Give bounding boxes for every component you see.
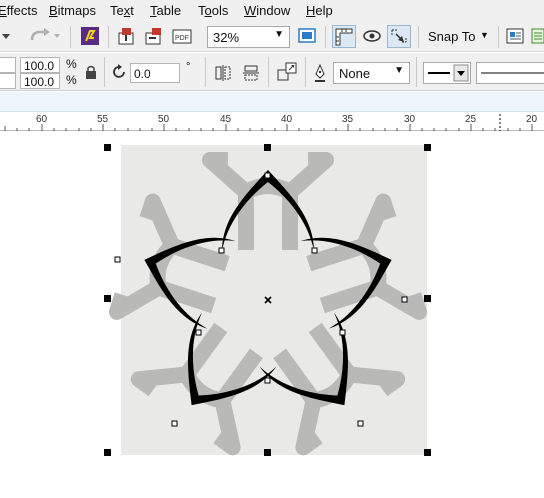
selection-handle-bottom[interactable] <box>264 449 271 456</box>
menu-window[interactable]: Window <box>244 3 290 18</box>
ruler-ticks <box>4 114 533 131</box>
full-screen-preview-icon[interactable] <box>297 26 317 46</box>
show-grid-icon[interactable] <box>387 25 411 48</box>
percent-label: % <box>66 73 77 87</box>
separator <box>325 26 326 48</box>
scale-height-field[interactable]: 100.0 <box>20 73 60 89</box>
rotation-angle-field[interactable]: 0.0 <box>130 63 180 83</box>
object-height-field[interactable] <box>0 73 16 89</box>
separator <box>205 57 206 87</box>
snap-to-dropdown[interactable]: Snap To ▼ <box>426 26 494 48</box>
mirror-horizontal-icon[interactable] <box>213 63 233 83</box>
show-guidelines-icon[interactable] <box>361 26 383 46</box>
menu-text[interactable]: Text <box>110 3 134 18</box>
outline-pen-icon <box>312 63 328 83</box>
line-end-select[interactable] <box>476 62 544 84</box>
separator <box>268 57 269 87</box>
ruler-label: 40 <box>281 114 293 125</box>
ruler-label: 55 <box>97 114 109 125</box>
selection-handle-left[interactable] <box>104 295 111 302</box>
object-width-field[interactable] <box>0 57 16 73</box>
zoom-level-select[interactable]: 32% ▼ <box>207 26 290 48</box>
export-icon[interactable] <box>144 26 164 46</box>
separator <box>498 26 499 48</box>
menu-bar: Effects Bitmaps Text Table Tools Window … <box>0 0 544 22</box>
ruler-label: 60 <box>36 114 48 125</box>
selection-handle-bottom-left[interactable] <box>104 449 111 456</box>
welcome-screen-icon[interactable] <box>505 26 525 46</box>
selection-handle-top-left[interactable] <box>104 144 111 151</box>
lock-ratio-icon[interactable] <box>83 64 99 80</box>
ruler-label: 20 <box>526 114 538 125</box>
horizontal-ruler[interactable]: 60 55 50 45 40 35 30 25 20 <box>0 113 544 131</box>
menu-effects[interactable]: Effects <box>0 3 38 18</box>
svg-text:PDF: PDF <box>175 35 189 42</box>
rotate-icon <box>112 64 128 80</box>
launch-app-icon[interactable] <box>80 26 100 46</box>
selection-handle-right[interactable] <box>424 295 431 302</box>
separator <box>70 26 71 48</box>
publish-pdf-icon[interactable]: PDF <box>171 26 193 46</box>
selection-handle-top-right[interactable] <box>424 144 431 151</box>
mirror-vertical-icon[interactable] <box>241 63 261 83</box>
import-icon[interactable] <box>117 26 137 46</box>
convert-to-curves-icon[interactable] <box>276 61 298 83</box>
selection-handle-bottom-right[interactable] <box>424 449 431 456</box>
drawing-canvas[interactable] <box>0 132 544 498</box>
application-launcher-icon[interactable] <box>531 26 544 46</box>
redo-icon[interactable] <box>27 26 61 46</box>
separator <box>108 26 109 48</box>
menu-bitmaps[interactable]: Bitmaps <box>49 3 96 18</box>
selection-handle-top[interactable] <box>264 144 271 151</box>
canvas-artwork <box>0 145 544 498</box>
ruler-label: 30 <box>404 114 416 125</box>
outline-width-select[interactable]: None ▼ <box>333 62 410 84</box>
menu-help[interactable]: Help <box>306 3 333 18</box>
menu-tools[interactable]: Tools <box>198 3 228 18</box>
document-tab-strip <box>0 92 544 112</box>
undo-dropdown-icon[interactable] <box>0 28 16 44</box>
show-rulers-icon[interactable] <box>332 25 356 48</box>
ruler-label: 35 <box>342 114 354 125</box>
separator <box>416 57 417 87</box>
separator <box>305 57 306 87</box>
ruler-label: 50 <box>158 114 170 125</box>
ruler-label: 45 <box>220 114 232 125</box>
property-bar: 100.0 100.0 % % 0.0 ° None ▼ <box>0 53 544 91</box>
menu-table[interactable]: Table <box>150 3 181 18</box>
separator <box>104 57 105 87</box>
standard-toolbar: PDF 32% ▼ Snap To ▼ <box>0 22 544 52</box>
separator <box>418 26 419 48</box>
degree-label: ° <box>186 61 191 73</box>
scale-width-field[interactable]: 100.0 <box>20 57 60 73</box>
ruler-label: 25 <box>465 114 477 125</box>
line-style-select[interactable] <box>423 62 471 84</box>
percent-label: % <box>66 57 77 71</box>
